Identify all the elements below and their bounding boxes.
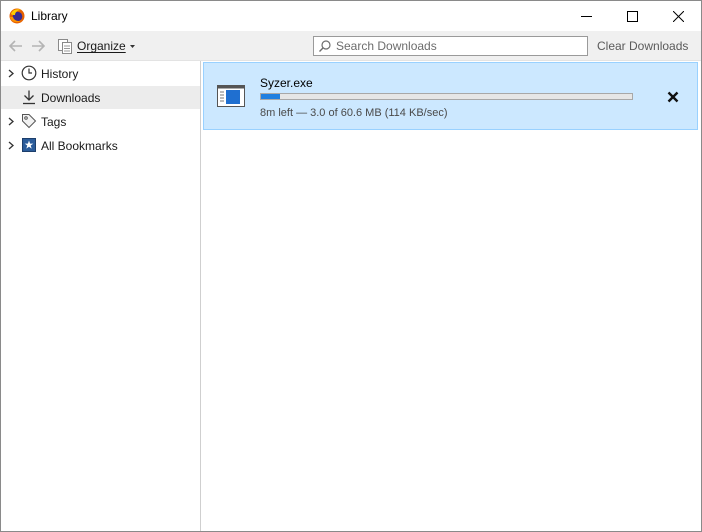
sidebar-item-label: History <box>41 67 79 81</box>
executable-file-icon <box>217 85 245 107</box>
download-icon <box>23 90 35 105</box>
maximize-button[interactable] <box>609 1 655 31</box>
download-status: 8m left — 3.0 of 60.6 MB (114 KB/sec) <box>260 107 448 119</box>
search-icon <box>319 40 331 52</box>
library-window: Library Organize Search Downloads Clear … <box>0 0 702 532</box>
title-bar[interactable]: Library <box>1 1 701 31</box>
search-field[interactable] <box>313 36 588 56</box>
organize-icon <box>58 39 72 54</box>
organize-label: Organize <box>77 39 126 53</box>
close-button[interactable] <box>655 1 701 31</box>
arrow-left-icon[interactable] <box>7 37 25 55</box>
window-title: Library <box>31 9 68 23</box>
sidebar-item-label: Downloads <box>41 91 101 105</box>
download-filename: Syzer.exe <box>260 76 313 90</box>
sidebar-item-label: All Bookmarks <box>41 139 118 153</box>
maximize-icon <box>626 10 638 22</box>
minimize-icon <box>580 15 592 17</box>
search-input[interactable] <box>336 39 576 53</box>
chevron-right-icon[interactable] <box>7 69 15 78</box>
clear-downloads-button[interactable]: Clear Downloads <box>597 39 688 53</box>
download-progress-fill <box>261 94 280 99</box>
arrow-right-icon[interactable] <box>29 37 47 55</box>
download-progress-bar <box>260 93 633 100</box>
firefox-icon <box>9 8 25 24</box>
sidebar-item-label: Tags <box>41 115 67 129</box>
sidebar-item-all-bookmarks[interactable]: All Bookmarks <box>1 134 200 157</box>
downloads-list: Syzer.exe 8m left — 3.0 of 60.6 MB (114 … <box>201 61 701 531</box>
sidebar-item-downloads[interactable]: Downloads <box>1 86 200 109</box>
bookmarks-icon <box>22 138 36 152</box>
close-icon <box>672 10 684 22</box>
chevron-right-icon[interactable] <box>7 141 15 150</box>
download-item[interactable]: Syzer.exe 8m left — 3.0 of 60.6 MB (114 … <box>203 62 698 130</box>
toolbar: Organize Clear Downloads <box>1 31 701 61</box>
sidebar-item-tags[interactable]: Tags <box>1 110 200 133</box>
dropdown-arrow-icon <box>129 44 135 48</box>
chevron-right-icon[interactable] <box>7 117 15 126</box>
sidebar-item-history[interactable]: History <box>1 62 200 85</box>
sidebar-tree: History Downloads Tags All Bookmarks <box>1 61 201 531</box>
clock-icon <box>21 65 37 81</box>
organize-menu-button[interactable]: Organize <box>57 37 135 55</box>
tag-icon <box>22 114 37 129</box>
minimize-button[interactable] <box>563 1 609 31</box>
cancel-download-icon[interactable] <box>667 91 679 103</box>
